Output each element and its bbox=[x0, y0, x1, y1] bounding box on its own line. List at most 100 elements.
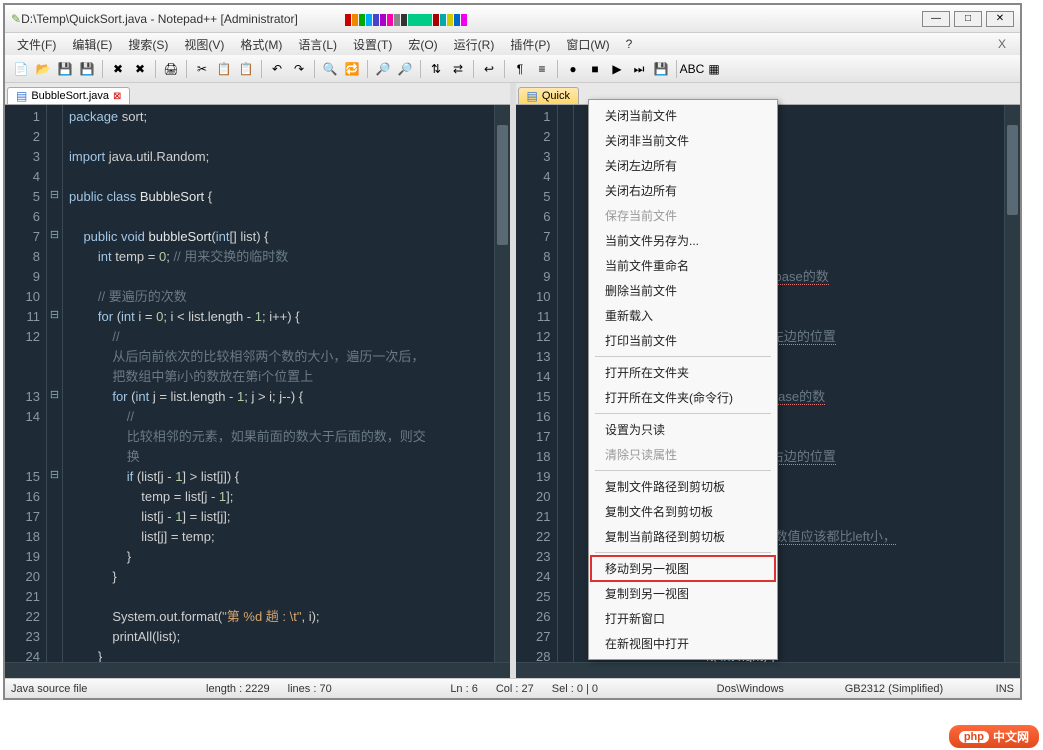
close-icon: ✖ bbox=[113, 63, 123, 75]
editor-area: ▤ BubbleSort.java ⊠ 12345678910111213141… bbox=[5, 83, 1020, 678]
menu-[interactable]: ? bbox=[618, 35, 641, 53]
ctx-设置为只读[interactable]: 设置为只读 bbox=[591, 417, 775, 442]
ctx-重新载入[interactable]: 重新载入 bbox=[591, 303, 775, 328]
menu-l[interactable]: 语言(L) bbox=[290, 34, 345, 55]
ctx-在新视图中打开[interactable]: 在新视图中打开 bbox=[591, 631, 775, 656]
spellcheck-icon: ABC bbox=[680, 63, 705, 75]
menu-m[interactable]: 格式(M) bbox=[232, 34, 290, 55]
ctx-打开所在文件夹[interactable]: 打开所在文件夹 bbox=[591, 360, 775, 385]
close-button[interactable]: ✖ bbox=[108, 59, 128, 79]
left-h-scrollbar[interactable] bbox=[5, 662, 510, 678]
spellcheck-button[interactable]: ABC bbox=[682, 59, 702, 79]
left-editor[interactable]: 1234567891011121314151617181920212223242… bbox=[5, 105, 510, 662]
menu-f[interactable]: 文件(F) bbox=[9, 34, 64, 55]
macro-play-multi-button[interactable]: ⏭ bbox=[629, 59, 649, 79]
menu-close-x[interactable]: X bbox=[988, 37, 1016, 51]
redo-button[interactable]: ↷ bbox=[289, 59, 309, 79]
find-button[interactable]: 🔍 bbox=[320, 59, 340, 79]
right-v-scrollbar[interactable] bbox=[1004, 105, 1020, 662]
macro-rec-button[interactable]: ● bbox=[563, 59, 583, 79]
zoom-in-icon: 🔎 bbox=[376, 63, 391, 75]
minimize-button[interactable]: — bbox=[922, 11, 950, 27]
close-button[interactable]: ✕ bbox=[986, 11, 1014, 27]
open-file-button[interactable]: 📂 bbox=[33, 59, 53, 79]
ctx-打开所在文件夹(命令行)[interactable]: 打开所在文件夹(命令行) bbox=[591, 385, 775, 410]
wrap-button[interactable]: ↩ bbox=[479, 59, 499, 79]
indent-guide-button[interactable]: ≡ bbox=[532, 59, 552, 79]
show-all-icon: ¶ bbox=[517, 63, 523, 75]
ctx-打印当前文件[interactable]: 打印当前文件 bbox=[591, 328, 775, 353]
context-separator bbox=[595, 470, 771, 471]
menu-v[interactable]: 视图(V) bbox=[176, 34, 232, 55]
ctx-复制文件路径到剪切板[interactable]: 复制文件路径到剪切板 bbox=[591, 474, 775, 499]
cut-icon: ✂ bbox=[197, 63, 207, 75]
tab-label: BubbleSort.java bbox=[31, 90, 109, 102]
ctx-关闭右边所有[interactable]: 关闭右边所有 bbox=[591, 178, 775, 203]
cut-button[interactable]: ✂ bbox=[192, 59, 212, 79]
tab-quicksort[interactable]: ▤ Quick bbox=[518, 87, 579, 104]
ctx-关闭左边所有[interactable]: 关闭左边所有 bbox=[591, 153, 775, 178]
ctx-当前文件另存为...[interactable]: 当前文件另存为... bbox=[591, 228, 775, 253]
menu-s[interactable]: 搜索(S) bbox=[120, 34, 176, 55]
new-file-icon: 📄 bbox=[14, 63, 29, 75]
doc-map-button[interactable]: ▦ bbox=[704, 59, 724, 79]
redo-icon: ↷ bbox=[294, 63, 304, 75]
print-button[interactable]: 🖨 bbox=[161, 59, 181, 79]
ctx-打开新窗口[interactable]: 打开新窗口 bbox=[591, 606, 775, 631]
menu-r[interactable]: 运行(R) bbox=[446, 34, 503, 55]
tab-context-menu[interactable]: 关闭当前文件关闭非当前文件关闭左边所有关闭右边所有保存当前文件当前文件另存为..… bbox=[588, 99, 778, 660]
close-icon[interactable]: ⊠ bbox=[113, 91, 121, 102]
menu-o[interactable]: 宏(O) bbox=[400, 34, 445, 55]
ctx-清除只读属性: 清除只读属性 bbox=[591, 442, 775, 467]
ctx-删除当前文件[interactable]: 删除当前文件 bbox=[591, 278, 775, 303]
maximize-button[interactable]: □ bbox=[954, 11, 982, 27]
undo-button[interactable]: ↶ bbox=[267, 59, 287, 79]
toolbar-separator bbox=[367, 60, 368, 78]
zoom-out-button[interactable]: 🔎 bbox=[395, 59, 415, 79]
toolbar-separator bbox=[102, 60, 103, 78]
macro-stop-button[interactable]: ■ bbox=[585, 59, 605, 79]
right-h-scrollbar[interactable] bbox=[516, 662, 1021, 678]
new-file-button[interactable]: 📄 bbox=[11, 59, 31, 79]
left-fold-column[interactable]: ⊟ ⊟ ⊟ ⊟ ⊟ bbox=[47, 105, 63, 662]
replace-button[interactable]: 🔁 bbox=[342, 59, 362, 79]
right-gutter: 1234567891011121314151617181920212223242… bbox=[516, 105, 558, 662]
macro-save-button[interactable]: 💾 bbox=[651, 59, 671, 79]
toolbar-separator bbox=[473, 60, 474, 78]
sync-h-button[interactable]: ⇄ bbox=[448, 59, 468, 79]
scrollbar-thumb[interactable] bbox=[497, 125, 508, 245]
scrollbar-thumb[interactable] bbox=[1007, 125, 1018, 215]
ctx-复制到另一视图[interactable]: 复制到另一视图 bbox=[591, 581, 775, 606]
close-all-button[interactable]: ✖ bbox=[130, 59, 150, 79]
context-separator bbox=[595, 552, 771, 553]
toolbar-separator bbox=[504, 60, 505, 78]
sb-col: Col : 27 bbox=[496, 683, 534, 695]
ctx-当前文件重命名[interactable]: 当前文件重命名 bbox=[591, 253, 775, 278]
save-button[interactable]: 💾 bbox=[55, 59, 75, 79]
ctx-关闭当前文件[interactable]: 关闭当前文件 bbox=[591, 103, 775, 128]
left-tabbar: ▤ BubbleSort.java ⊠ bbox=[5, 83, 510, 105]
left-v-scrollbar[interactable] bbox=[494, 105, 510, 662]
menu-e[interactable]: 编辑(E) bbox=[64, 34, 120, 55]
copy-button[interactable]: 📋 bbox=[214, 59, 234, 79]
ctx-移动到另一视图[interactable]: 移动到另一视图 bbox=[591, 556, 775, 581]
paste-button[interactable]: 📋 bbox=[236, 59, 256, 79]
ctx-关闭非当前文件[interactable]: 关闭非当前文件 bbox=[591, 128, 775, 153]
left-code[interactable]: package sort; import java.util.Random; p… bbox=[63, 105, 494, 662]
menu-w[interactable]: 窗口(W) bbox=[558, 34, 617, 55]
macro-play-button[interactable]: ▶ bbox=[607, 59, 627, 79]
watermark: 中文网 bbox=[949, 725, 1039, 748]
titlebar: ✎ D:\Temp\QuickSort.java - Notepad++ [Ad… bbox=[5, 5, 1020, 33]
sync-v-button[interactable]: ⇅ bbox=[426, 59, 446, 79]
menu-p[interactable]: 插件(P) bbox=[502, 34, 558, 55]
right-fold-column[interactable] bbox=[558, 105, 574, 662]
context-separator bbox=[595, 413, 771, 414]
menu-t[interactable]: 设置(T) bbox=[345, 34, 400, 55]
tab-bubblesort[interactable]: ▤ BubbleSort.java ⊠ bbox=[7, 87, 130, 104]
ctx-复制文件名到剪切板[interactable]: 复制文件名到剪切板 bbox=[591, 499, 775, 524]
watermark-badge: 中文网 bbox=[949, 725, 1039, 748]
ctx-复制当前路径到剪切板[interactable]: 复制当前路径到剪切板 bbox=[591, 524, 775, 549]
save-all-button[interactable]: 💾 bbox=[77, 59, 97, 79]
zoom-in-button[interactable]: 🔎 bbox=[373, 59, 393, 79]
show-all-button[interactable]: ¶ bbox=[510, 59, 530, 79]
